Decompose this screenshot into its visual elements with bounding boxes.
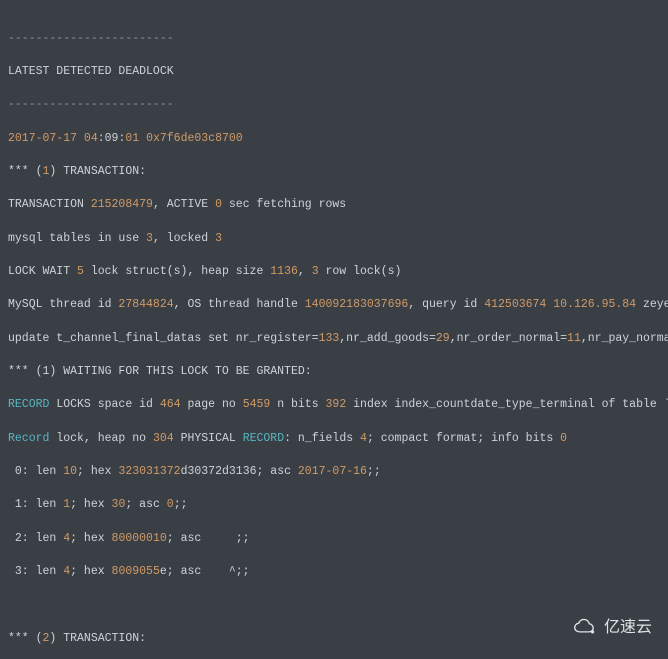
tx1-waiting: *** (1) WAITING FOR THIS LOCK TO BE GRAN… <box>8 364 660 381</box>
tx1-thread: MySQL thread id 27844824, OS thread hand… <box>8 297 660 314</box>
tx1-row-3: 3: len 4; hex 8009055e; asc ^;; <box>8 564 660 581</box>
tx1-update: update t_channel_final_datas set nr_regi… <box>8 331 660 348</box>
blank <box>8 598 660 615</box>
tx1-id: TRANSACTION 215208479, ACTIVE 0 sec fetc… <box>8 197 660 214</box>
rule: ------------------------ <box>8 97 660 114</box>
watermark-text: 亿速云 <box>604 616 652 639</box>
deadlock-title: LATEST DETECTED DEADLOCK <box>8 64 660 81</box>
timestamp-line: 2017-07-17 04:09:01 0x7f6de03c8700 <box>8 131 660 148</box>
tx1-record-lock: Record lock, heap no 304 PHYSICAL RECORD… <box>8 431 660 448</box>
tx1-header: *** (1) TRANSACTION: <box>8 164 660 181</box>
tx1-row-2: 2: len 4; hex 80000010; asc ;; <box>8 531 660 548</box>
cloud-icon <box>572 618 598 636</box>
tx2-header: *** (2) TRANSACTION: <box>8 631 660 648</box>
tx1-row-0: 0: len 10; hex 323031372d30372d3136; asc… <box>8 464 660 481</box>
tx1-row-1: 1: len 1; hex 30; asc 0;; <box>8 497 660 514</box>
watermark: 亿速云 <box>572 616 652 639</box>
tx1-lockwait: LOCK WAIT 5 lock struct(s), heap size 11… <box>8 264 660 281</box>
rule: ------------------------ <box>8 31 660 48</box>
tx1-tables: mysql tables in use 3, locked 3 <box>8 231 660 248</box>
tx1-record-locks: RECORD LOCKS space id 464 page no 5459 n… <box>8 397 660 414</box>
terminal-output: ------------------------ LATEST DETECTED… <box>0 0 668 659</box>
